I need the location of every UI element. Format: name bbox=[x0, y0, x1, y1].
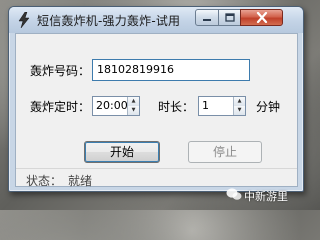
duration-label: 时长： bbox=[158, 100, 195, 114]
phone-label: 轰炸号码： bbox=[30, 64, 91, 78]
wechat-logo-icon bbox=[226, 188, 242, 200]
status-divider bbox=[16, 168, 297, 169]
timer-label: 轰炸定时： bbox=[30, 100, 91, 114]
maximize-button[interactable] bbox=[218, 9, 241, 26]
start-button[interactable]: 开始 bbox=[84, 141, 160, 163]
phone-input[interactable]: 18102819916 bbox=[92, 59, 250, 81]
watermark-text: 中新游里 bbox=[244, 190, 288, 203]
maximize-icon bbox=[224, 12, 235, 22]
timer-value: 20:00 bbox=[96, 99, 128, 112]
arrow-up-icon: ▲ bbox=[237, 98, 242, 104]
duration-spinbox[interactable]: 1 ▲ ▼ bbox=[198, 96, 246, 116]
client-area: 轰炸号码： 18102819916 轰炸定时： 20:00 ▲ ▼ 时长： 1 … bbox=[15, 33, 298, 188]
status-value: 就绪 bbox=[68, 174, 93, 188]
arrow-down-icon: ▼ bbox=[131, 107, 136, 113]
duration-up-button[interactable]: ▲ bbox=[233, 97, 245, 106]
timer-up-button[interactable]: ▲ bbox=[127, 97, 139, 106]
arrow-down-icon: ▼ bbox=[237, 107, 242, 113]
arrow-up-icon: ▲ bbox=[131, 98, 136, 104]
lightning-icon bbox=[18, 12, 30, 28]
close-icon bbox=[256, 12, 267, 23]
status-label: 状态： bbox=[26, 174, 63, 188]
duration-value: 1 bbox=[202, 99, 209, 112]
duration-down-button[interactable]: ▼ bbox=[233, 106, 245, 115]
title-bar[interactable]: 短信轰炸机-强力轰炸-试用 bbox=[9, 7, 303, 33]
minimize-button[interactable] bbox=[195, 9, 219, 26]
close-button[interactable] bbox=[240, 9, 283, 26]
timer-spinbox[interactable]: 20:00 ▲ ▼ bbox=[92, 96, 140, 116]
stop-button[interactable]: 停止 bbox=[188, 141, 262, 163]
timer-down-button[interactable]: ▼ bbox=[127, 106, 139, 115]
window-title: 短信轰炸机-强力轰炸-试用 bbox=[37, 14, 181, 28]
minimize-icon bbox=[203, 18, 211, 21]
duration-unit: 分钟 bbox=[256, 100, 281, 114]
app-window: 短信轰炸机-强力轰炸-试用 轰炸号码： 18102819916 轰炸定时： 20… bbox=[8, 6, 304, 192]
